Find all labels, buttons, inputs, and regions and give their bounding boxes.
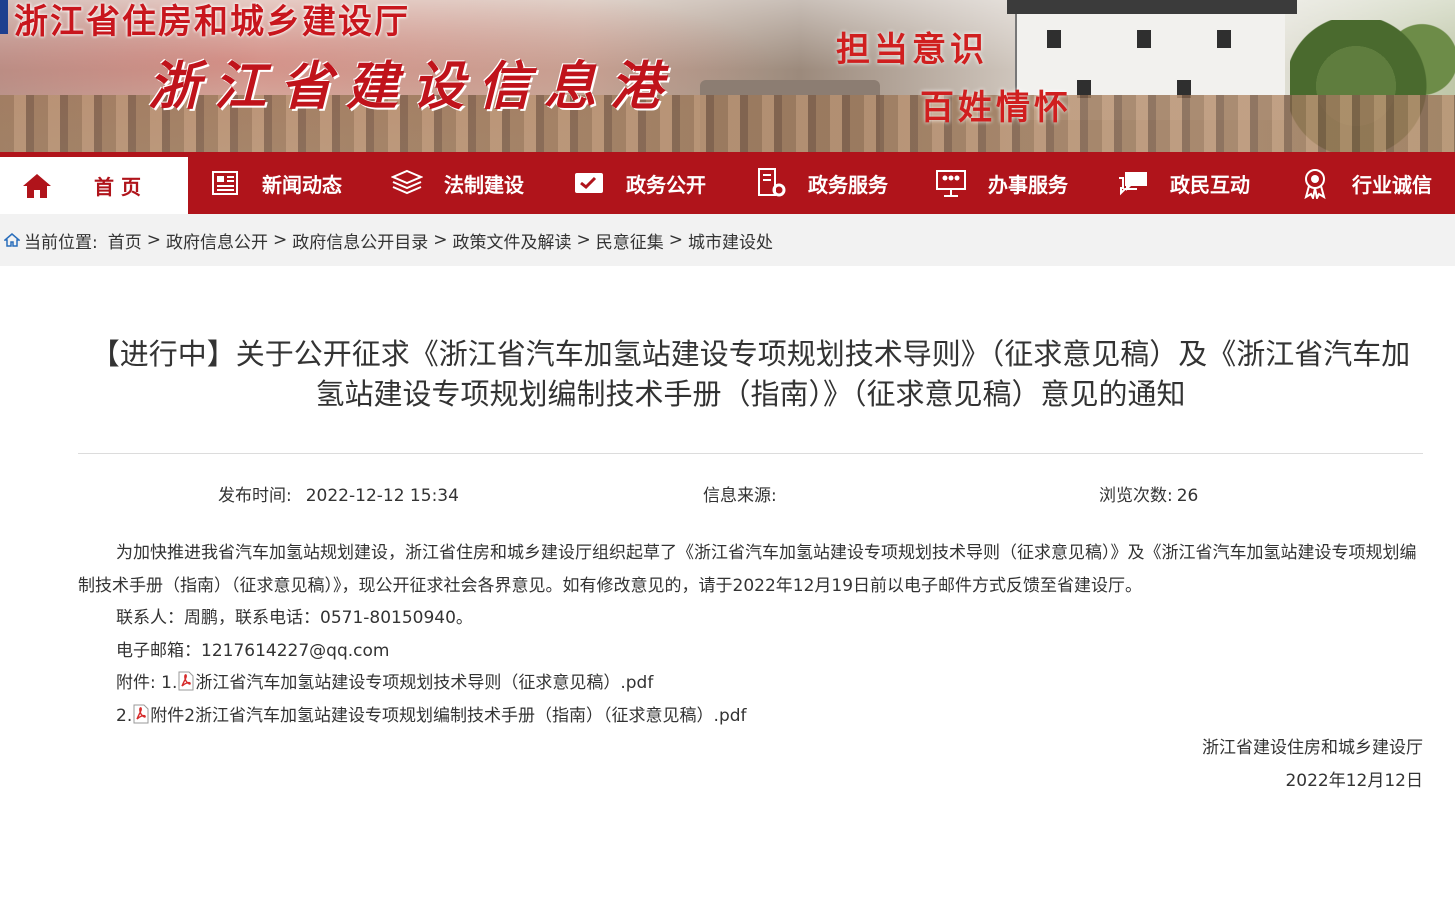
chat-icon	[1116, 166, 1150, 200]
breadcrumb-public-opinion[interactable]: 民意征集	[596, 228, 664, 253]
info-source: 信息来源:	[703, 481, 791, 506]
nav-label-gov-service: 政务服务	[808, 172, 888, 197]
nav-label-credit: 行业诚信	[1352, 172, 1432, 197]
nav-label-gov-public: 政务公开	[626, 172, 706, 197]
main-nav: 首 页 新闻动态 法制建设 政务公开 政务服务 办事服务 政民互动 行业诚信	[0, 152, 1455, 214]
nav-label-affairs: 办事服务	[988, 172, 1068, 197]
service-gear-icon	[754, 166, 788, 200]
slogan-line2: 百姓情怀	[920, 88, 1072, 128]
publish-time-value: 2022-12-12 15:34	[305, 486, 459, 506]
view-count: 浏览次数: 26	[1099, 481, 1198, 506]
site-logo[interactable]	[0, 0, 8, 34]
document-check-icon	[572, 166, 606, 200]
breadcrumb: 当前位置: 首页 > 政府信息公开 > 政府信息公开目录 > 政策文件及解读 >…	[0, 214, 1455, 266]
signature-org: 浙江省建设住房和城乡建设厅	[1202, 738, 1423, 758]
newspaper-icon	[208, 166, 242, 200]
nav-item-credit[interactable]: 行业诚信	[1250, 152, 1432, 214]
breadcrumb-gov-info[interactable]: 政府信息公开	[166, 228, 268, 253]
nav-label-interaction: 政民互动	[1170, 172, 1250, 197]
title-divider	[78, 453, 1423, 454]
article-paragraph: 为加快推进我省汽车加氢站规划建设，浙江省住房和城乡建设厅组织起草了《浙江省汽车加…	[78, 543, 1417, 596]
breadcrumb-separator: >	[668, 230, 683, 250]
breadcrumb-gov-info-catalog[interactable]: 政府信息公开目录	[292, 228, 428, 253]
article-title: 【进行中】关于公开征求《浙江省汽车加氢站建设专项规划技术导则》（征求意见稿）及《…	[90, 337, 1411, 411]
view-count-label: 浏览次数:	[1099, 486, 1173, 506]
nav-item-gov-service[interactable]: 政务服务	[706, 152, 888, 214]
breadcrumb-urban-construction[interactable]: 城市建设处	[688, 228, 773, 253]
nav-label-news: 新闻动态	[262, 172, 342, 197]
nav-item-news[interactable]: 新闻动态	[188, 152, 342, 214]
home-icon	[4, 233, 20, 247]
nav-item-home[interactable]: 首 页	[0, 152, 188, 214]
attachment-line-2: 2. 附件2浙江省汽车加氢站建设专项规划编制技术手册（指南）（征求意见稿）.pdf	[116, 700, 747, 736]
breadcrumb-separator: >	[433, 230, 448, 250]
nav-item-gov-public[interactable]: 政务公开	[524, 152, 706, 214]
attachment-link-2[interactable]: 附件2浙江省汽车加氢站建设专项规划编制技术手册（指南）（征求意见稿）.pdf	[150, 706, 746, 726]
attachments-label: 附件: 1.	[116, 673, 178, 693]
pdf-icon	[132, 703, 150, 736]
layers-icon	[390, 166, 424, 200]
email-line: 电子邮箱：1217614227@qq.com	[116, 641, 390, 661]
nav-label-legal: 法制建设	[444, 172, 524, 197]
signature-date: 2022年12月12日	[1285, 771, 1423, 791]
breadcrumb-policy[interactable]: 政策文件及解读	[452, 228, 571, 253]
attachment-link-1[interactable]: 浙江省汽车加氢站建设专项规划技术导则（征求意见稿）.pdf	[195, 673, 653, 693]
breadcrumb-home[interactable]: 首页	[108, 228, 142, 253]
breadcrumb-separator: >	[576, 230, 591, 250]
header-banner: 浙江省住房和城乡建设厅 浙江省建设信息港 担当意识 百姓情怀	[0, 0, 1455, 152]
slogan-line1: 担当意识	[836, 30, 988, 70]
award-icon	[1298, 166, 1332, 200]
attachment-line-1: 附件: 1. 浙江省汽车加氢站建设专项规划技术导则（征求意见稿）.pdf	[116, 667, 653, 703]
nav-item-interaction[interactable]: 政民互动	[1068, 152, 1250, 214]
home-icon	[20, 169, 54, 203]
info-source-label: 信息来源:	[703, 486, 777, 506]
pdf-icon	[177, 670, 195, 703]
site-title[interactable]: 浙江省建设信息港	[148, 44, 676, 119]
view-count-value: 26	[1176, 486, 1199, 506]
nav-label-home: 首 页	[94, 175, 141, 199]
department-title[interactable]: 浙江省住房和城乡建设厅	[14, 0, 410, 43]
breadcrumb-separator: >	[146, 230, 161, 250]
publish-time-label: 发布时间:	[218, 486, 292, 506]
nav-item-affairs[interactable]: 办事服务	[888, 152, 1068, 214]
contact-line: 联系人：周鹏，联系电话：0571-80150940。	[116, 608, 473, 628]
publish-time: 发布时间: 2022-12-12 15:34	[218, 481, 459, 506]
breadcrumb-prefix: 当前位置:	[24, 232, 98, 253]
breadcrumb-separator: >	[272, 230, 288, 250]
attachment-2-prefix: 2.	[116, 706, 133, 726]
people-board-icon	[934, 166, 968, 200]
nav-item-legal[interactable]: 法制建设	[342, 152, 524, 214]
